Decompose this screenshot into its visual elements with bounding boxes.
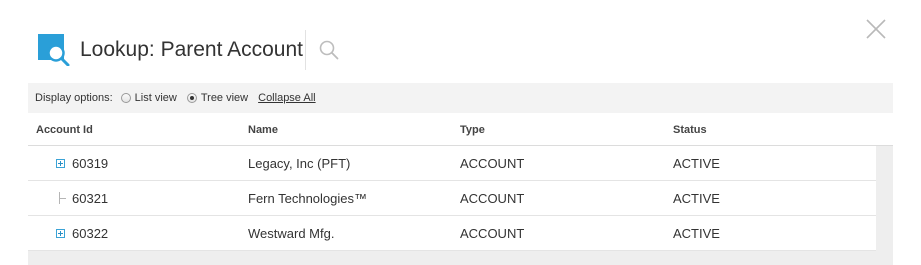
search-icon[interactable]	[318, 39, 340, 61]
name-cell: Fern Technologies™	[248, 191, 367, 206]
tree-branch-icon	[59, 192, 67, 204]
type-cell: ACCOUNT	[460, 156, 525, 171]
account-id-cell: 60321	[72, 191, 109, 206]
list-view-option[interactable]: List view	[120, 92, 177, 104]
lookup-search-icon	[38, 34, 70, 66]
table-scrollbar[interactable]	[876, 146, 893, 265]
status-cell: ACTIVE	[673, 226, 720, 241]
results-table: Account Id Name Type Status 60319 Legacy…	[28, 115, 893, 265]
name-cell: Westward Mfg.	[248, 226, 335, 241]
column-header-type[interactable]: Type	[460, 124, 485, 136]
list-view-label: List view	[134, 92, 177, 104]
table-row[interactable]: 60322 Westward Mfg. ACCOUNT ACTIVE	[28, 216, 876, 251]
tree-view-radio[interactable]	[186, 93, 197, 103]
column-header-status[interactable]: Status	[673, 124, 707, 136]
expand-icon[interactable]	[56, 229, 65, 238]
account-id-cell: 60322	[72, 226, 109, 241]
column-header-name[interactable]: Name	[248, 124, 278, 136]
type-cell: ACCOUNT	[460, 191, 525, 206]
table-rows: 60319 Legacy, Inc (PFT) ACCOUNT ACTIVE 6…	[28, 146, 876, 251]
table-row[interactable]: 60321 Fern Technologies™ ACCOUNT ACTIVE	[28, 181, 876, 216]
table-row[interactable]: 60319 Legacy, Inc (PFT) ACCOUNT ACTIVE	[28, 146, 876, 181]
dialog-header: Lookup: Parent Account	[38, 30, 340, 70]
page-title: Lookup: Parent Account	[80, 30, 306, 70]
column-header-account-id[interactable]: Account Id	[36, 124, 93, 136]
account-id-cell: 60319	[72, 156, 109, 171]
status-cell: ACTIVE	[673, 156, 720, 171]
type-cell: ACCOUNT	[460, 226, 525, 241]
table-body: 60319 Legacy, Inc (PFT) ACCOUNT ACTIVE 6…	[28, 146, 893, 265]
collapse-all-link[interactable]: Collapse All	[258, 92, 315, 104]
tree-view-option[interactable]: Tree view	[186, 92, 249, 104]
name-cell: Legacy, Inc (PFT)	[248, 156, 351, 171]
table-header: Account Id Name Type Status	[28, 115, 893, 146]
status-cell: ACTIVE	[673, 191, 720, 206]
expand-icon[interactable]	[56, 159, 65, 168]
tree-view-label: Tree view	[200, 92, 249, 104]
display-options-label: Display options:	[35, 92, 113, 104]
display-options-bar: Display options: List view Tree view Col…	[28, 83, 893, 113]
list-view-radio[interactable]	[120, 93, 131, 103]
close-icon[interactable]	[864, 17, 888, 41]
